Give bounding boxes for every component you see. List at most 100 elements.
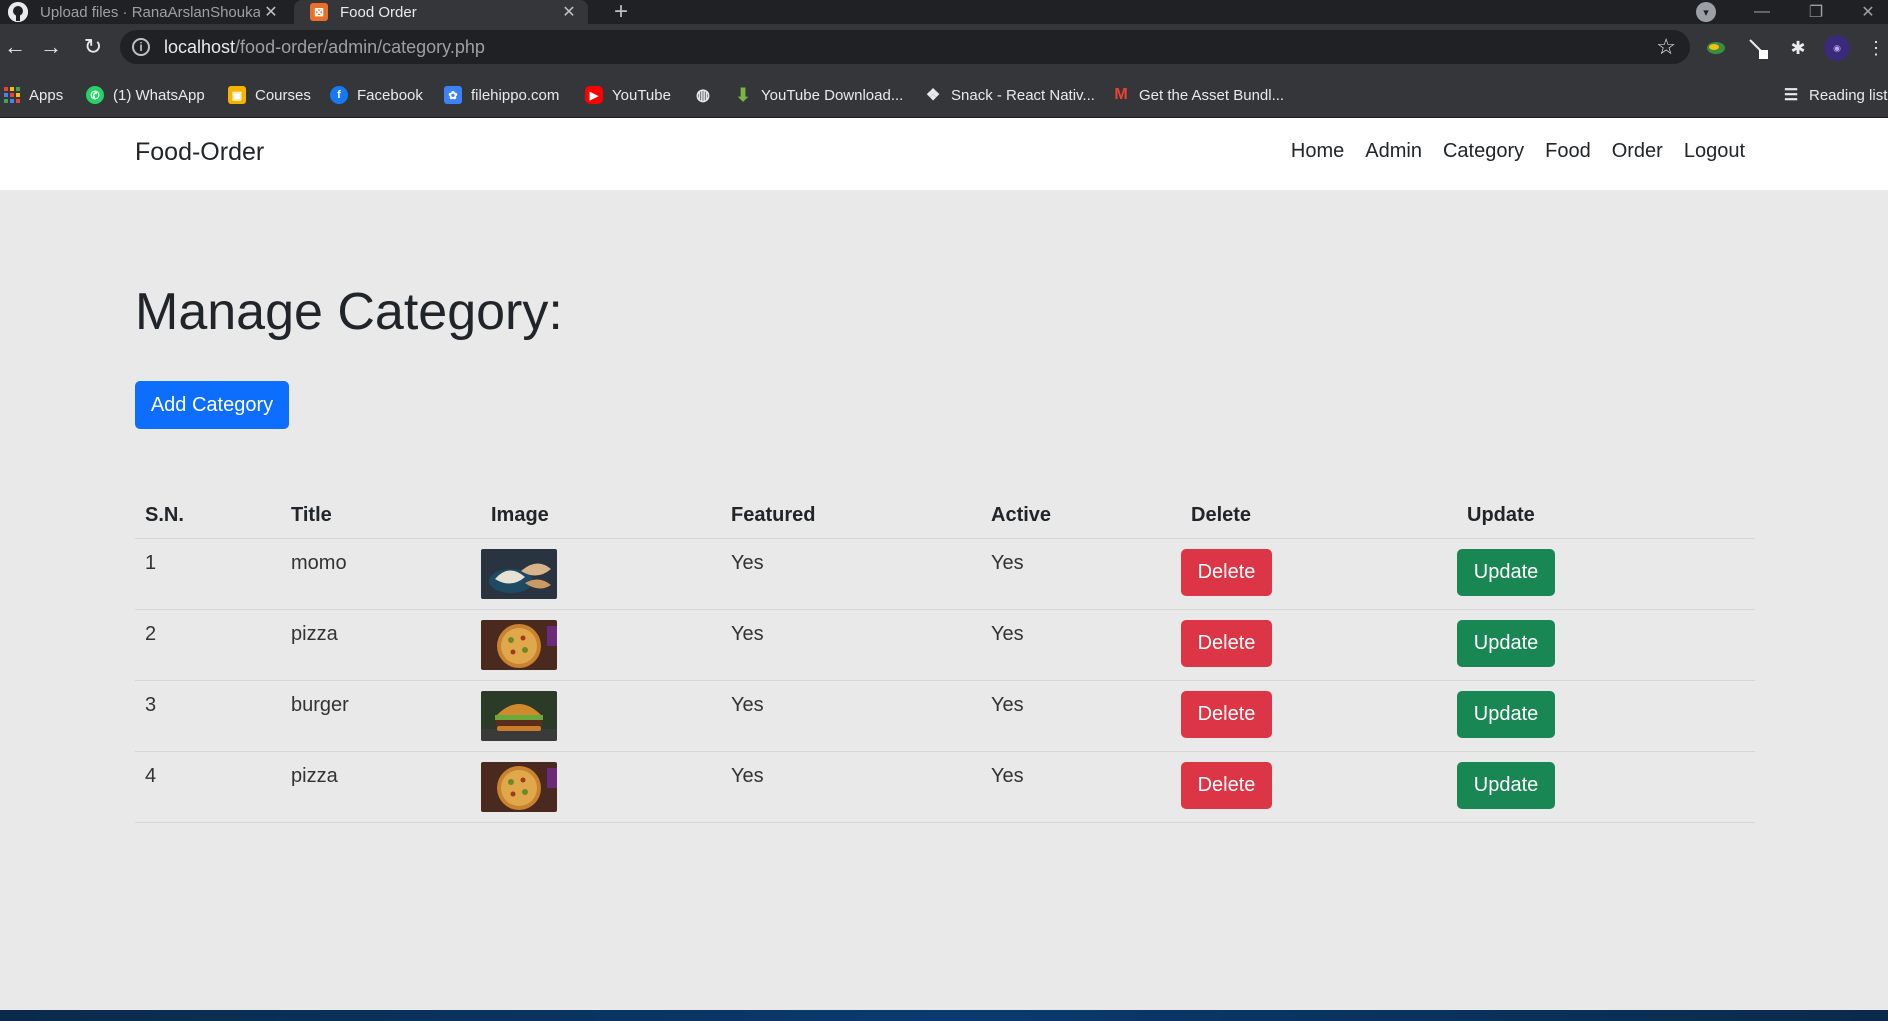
profile-avatar[interactable]: ◉ [1824, 35, 1850, 61]
header-sn: S.N. [135, 490, 281, 539]
whatsapp-icon: ✆ [86, 86, 104, 104]
facebook-icon: f [330, 86, 348, 104]
os-taskbar [0, 1010, 1888, 1021]
cell-title: pizza [281, 609, 481, 681]
browser-tab-food-order[interactable]: ⊠ Food Order ✕ [294, 0, 588, 24]
cell-delete: Delete [1181, 680, 1457, 752]
tab-search-icon[interactable]: ▾ [1696, 2, 1716, 22]
tab-title: Food Order [340, 3, 417, 21]
bookmark-snack[interactable]: ❖ Snack - React Nativ... [924, 84, 1095, 106]
header-title: Title [281, 490, 481, 539]
momo-thumbnail [481, 548, 557, 599]
update-button[interactable]: Update [1457, 619, 1555, 667]
reading-list-label: Reading list [1809, 86, 1888, 104]
cell-sn: 3 [135, 680, 281, 752]
bookmark-whatsapp[interactable]: ✆ (1) WhatsApp [86, 84, 205, 106]
cell-featured: Yes [721, 609, 981, 681]
pizza-thumbnail [481, 761, 557, 812]
browser-tab-strip: Upload files · RanaArslanShoukat ✕ ⊠ Foo… [0, 0, 1888, 25]
header-featured: Featured [721, 490, 981, 539]
pen-extension-icon[interactable] [1746, 36, 1770, 60]
site-header: Food-Order Home Admin Category Food Orde… [0, 118, 1888, 190]
table-header-row: S.N. Title Image Featured Active Delete … [135, 490, 1755, 539]
bookmark-star-icon[interactable]: ☆ [1656, 34, 1676, 60]
update-button[interactable]: Update [1457, 548, 1555, 596]
reload-icon[interactable]: ↻ [78, 32, 108, 62]
browser-tab-github[interactable]: Upload files · RanaArslanShoukat ✕ [0, 0, 290, 24]
site-brand[interactable]: Food-Order [135, 138, 264, 167]
bookmark-label: Courses [255, 86, 311, 104]
add-category-button[interactable]: Add Category [135, 381, 289, 429]
page-title: Manage Category: [135, 283, 563, 341]
minimize-icon[interactable]: — [1742, 0, 1782, 24]
bookmark-apps[interactable]: Apps [4, 84, 63, 106]
cell-image [481, 680, 721, 752]
cell-update: Update [1457, 538, 1755, 610]
new-tab-icon[interactable]: + [608, 0, 634, 25]
bookmark-asset-bundle[interactable]: M Get the Asset Bundl... [1112, 84, 1284, 106]
bookmark-filehippo[interactable]: ✿ filehippo.com [444, 84, 559, 106]
update-button[interactable]: Update [1457, 761, 1555, 809]
forward-icon[interactable]: → [36, 32, 66, 62]
youtube-icon: ▶ [585, 86, 603, 104]
bookmark-courses[interactable]: ▣ Courses [228, 84, 311, 106]
close-tab-icon[interactable]: ✕ [260, 1, 282, 23]
header-delete: Delete [1181, 490, 1457, 539]
table-row: 1 momo Yes Yes Delete Update [135, 538, 1755, 610]
bookmark-youtube-downloader[interactable]: ⬇ YouTube Download... [734, 84, 903, 106]
cell-active: Yes [981, 680, 1181, 752]
cell-update: Update [1457, 751, 1755, 823]
nav-food[interactable]: Food [1545, 140, 1591, 163]
category-table: S.N. Title Image Featured Active Delete … [135, 490, 1755, 823]
table-row: 4 pizza Yes Yes Delete Update [135, 751, 1755, 823]
extensions-puzzle-icon[interactable]: ✱ [1786, 36, 1810, 60]
nav-order[interactable]: Order [1612, 140, 1663, 163]
update-button[interactable]: Update [1457, 690, 1555, 738]
cell-active: Yes [981, 751, 1181, 823]
snack-icon: ❖ [925, 87, 941, 104]
table-row: 3 burger Yes Yes Delete Update [135, 680, 1755, 752]
url-path: /food-order/admin/category.php [235, 36, 485, 57]
cell-featured: Yes [721, 680, 981, 752]
browser-toolbar: ← → ↻ i localhost/food-order/admin/categ… [0, 24, 1888, 70]
cell-image [481, 538, 721, 610]
close-tab-icon[interactable]: ✕ [558, 1, 580, 23]
globe-icon: ◍ [696, 87, 710, 104]
main-content: Manage Category: Add Category S.N. Title… [0, 190, 1888, 1010]
cell-active: Yes [981, 538, 1181, 610]
tab-title: Upload files · RanaArslanShoukat [40, 3, 260, 21]
extension-icon[interactable] [1704, 36, 1728, 60]
apps-grid-icon [4, 87, 20, 103]
bookmark-globe[interactable]: ◍ [694, 84, 721, 106]
bookmark-label: (1) WhatsApp [113, 86, 205, 104]
cell-title: burger [281, 680, 481, 752]
nav-category[interactable]: Category [1443, 140, 1524, 163]
delete-button[interactable]: Delete [1181, 548, 1272, 596]
address-bar[interactable]: i localhost/food-order/admin/category.ph… [120, 30, 1690, 64]
table-row: 2 pizza Yes Yes Delete Update [135, 609, 1755, 681]
nav-logout[interactable]: Logout [1684, 140, 1745, 163]
restore-icon[interactable]: ❐ [1796, 0, 1836, 24]
url-host: localhost [164, 36, 236, 57]
cell-update: Update [1457, 609, 1755, 681]
browser-menu-icon[interactable]: ⋮ [1864, 36, 1888, 60]
site-info-icon[interactable]: i [132, 38, 150, 56]
bookmark-youtube[interactable]: ▶ YouTube [585, 84, 671, 106]
back-icon[interactable]: ← [0, 32, 30, 62]
delete-button[interactable]: Delete [1181, 761, 1272, 809]
cell-delete: Delete [1181, 751, 1457, 823]
delete-button[interactable]: Delete [1181, 690, 1272, 738]
bookmarks-bar: Apps ✆ (1) WhatsApp ▣ Courses f Facebook… [0, 70, 1888, 118]
nav-home[interactable]: Home [1291, 140, 1344, 163]
nav-admin[interactable]: Admin [1365, 140, 1422, 163]
bookmark-facebook[interactable]: f Facebook [330, 84, 423, 106]
reading-list[interactable]: ☰ Reading list [1782, 84, 1888, 106]
cell-sn: 2 [135, 609, 281, 681]
window-close-icon[interactable]: ✕ [1848, 0, 1888, 24]
main-nav: Home Admin Category Food Order Logout [1291, 140, 1745, 163]
cell-sn: 4 [135, 751, 281, 823]
header-update: Update [1457, 490, 1755, 539]
delete-button[interactable]: Delete [1181, 619, 1272, 667]
reading-list-icon: ☰ [1783, 87, 1799, 104]
cell-update: Update [1457, 680, 1755, 752]
